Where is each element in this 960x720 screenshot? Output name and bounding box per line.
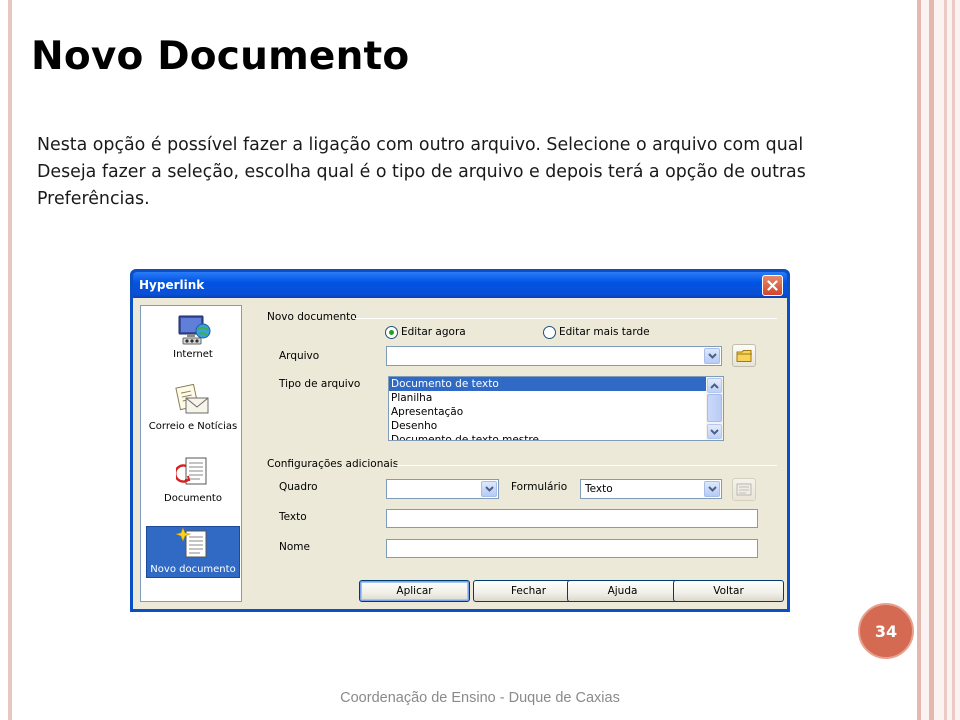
list-item[interactable]: Desenho (389, 419, 723, 433)
category-bar: Internet Correio e Notícias Documento No… (140, 305, 242, 602)
list-item[interactable]: Planilha (389, 391, 723, 405)
folder-icon (736, 349, 752, 362)
page-number-badge: 34 (858, 603, 914, 659)
form-combo[interactable]: Texto (580, 479, 722, 499)
mail-news-icon (175, 384, 209, 414)
slide-side-stripe (929, 0, 934, 720)
select-path-button[interactable] (732, 344, 756, 367)
group-divider (353, 318, 777, 319)
name-label: Nome (279, 541, 310, 553)
file-combo-dropdown[interactable] (704, 348, 720, 364)
chevron-up-icon (710, 382, 719, 389)
scroll-down-button[interactable] (707, 424, 722, 439)
category-label: Correio e Notícias (148, 421, 238, 432)
paragraph-line: Deseja fazer a seleção, escolha qual é o… (37, 162, 806, 182)
events-icon (736, 483, 752, 496)
chevron-down-icon (707, 353, 717, 359)
chevron-down-icon (710, 428, 719, 435)
hyperlink-dialog: Hyperlink Internet Correio e Notícias Do… (130, 269, 790, 612)
frame-combo[interactable] (386, 479, 499, 499)
category-document[interactable]: Documento (146, 454, 240, 506)
close-button[interactable] (762, 275, 783, 296)
category-label: Internet (173, 349, 213, 360)
frame-combo-dropdown[interactable] (481, 481, 497, 497)
category-label: Documento (164, 493, 222, 504)
chevron-down-icon (707, 486, 717, 492)
list-scrollbar[interactable] (706, 377, 723, 440)
slide-frame-line (8, 0, 12, 720)
list-item[interactable]: Documento de texto mestre (389, 433, 723, 440)
category-label: Novo documento (150, 564, 236, 575)
slide-side-stripe (944, 0, 947, 720)
document-icon (176, 457, 207, 485)
form-value: Texto (585, 483, 613, 495)
dialog-title-bar[interactable]: Hyperlink (133, 272, 787, 298)
edit-later-label[interactable]: Editar mais tarde (559, 326, 650, 338)
dialog-title: Hyperlink (139, 278, 205, 292)
slide-footer: Coordenação de Ensino - Duque de Caxias (340, 690, 620, 706)
back-button[interactable]: Voltar (673, 580, 784, 602)
slide-side-stripe (917, 0, 921, 720)
paragraph-line: Preferências. (37, 189, 150, 209)
internet-icon (178, 315, 211, 345)
chevron-down-icon (484, 486, 494, 492)
group-divider (395, 465, 777, 466)
text-label: Texto (279, 511, 307, 523)
text-field[interactable] (386, 509, 758, 528)
slide-side-stripe (952, 0, 955, 720)
paragraph-line: Nesta opção é possível fazer a ligação c… (37, 135, 804, 155)
name-field[interactable] (386, 539, 758, 558)
slide-title: Novo Documento (31, 34, 410, 79)
list-item[interactable]: Apresentação (389, 405, 723, 419)
events-button[interactable] (732, 478, 756, 501)
edit-now-radio[interactable] (385, 326, 398, 339)
frame-label: Quadro (279, 481, 318, 493)
new-document-icon (176, 527, 207, 558)
category-internet[interactable]: Internet (146, 310, 240, 362)
list-item[interactable]: Documento de texto (389, 377, 706, 391)
dialog-body: Internet Correio e Notícias Documento No… (133, 298, 787, 609)
file-type-list[interactable]: Documento de texto Planilha Apresentação… (388, 376, 724, 441)
edit-later-radio[interactable] (543, 326, 556, 339)
category-mail-news[interactable]: Correio e Notícias (146, 382, 240, 434)
file-combo[interactable] (386, 346, 722, 366)
new-document-group-label: Novo documento (267, 311, 357, 323)
slide-paragraph: Nesta opção é possível fazer a ligação c… (37, 132, 907, 213)
file-label: Arquivo (279, 350, 320, 362)
form-label: Formulário (511, 481, 568, 493)
scroll-up-button[interactable] (707, 378, 722, 393)
help-button[interactable]: Ajuda (567, 580, 678, 602)
apply-button[interactable]: Aplicar (359, 580, 470, 602)
file-type-label: Tipo de arquivo (279, 378, 361, 390)
additional-settings-group-label: Configurações adicionais (267, 458, 399, 470)
form-combo-dropdown[interactable] (704, 481, 720, 497)
scroll-thumb[interactable] (707, 394, 722, 422)
category-new-document[interactable]: Novo documento (146, 526, 240, 578)
edit-now-label[interactable]: Editar agora (401, 326, 466, 338)
close-icon (767, 280, 778, 291)
